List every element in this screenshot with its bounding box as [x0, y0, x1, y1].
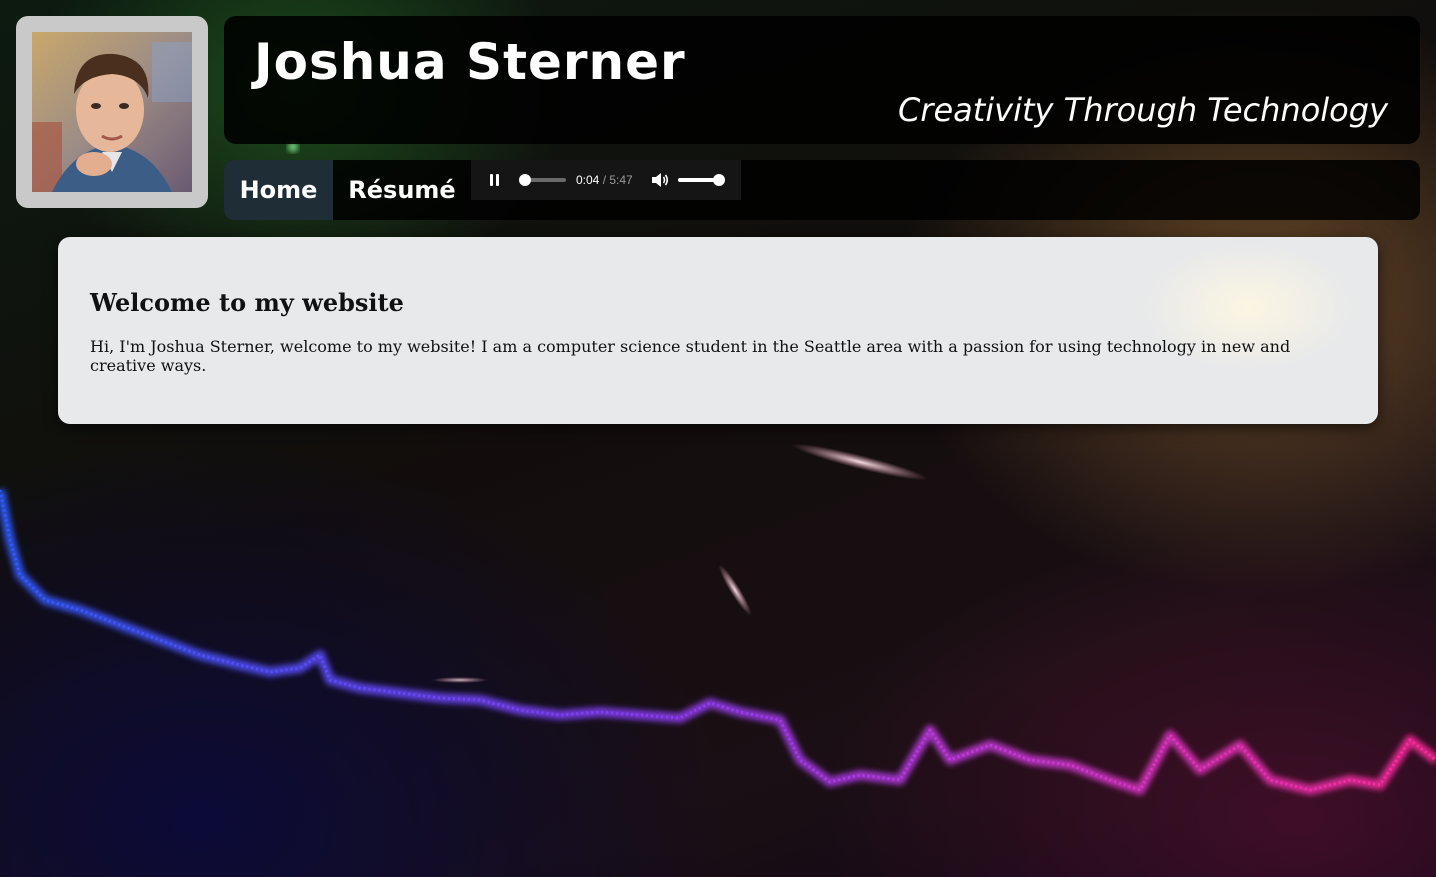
- speaker-icon[interactable]: [651, 172, 669, 188]
- avatar: [16, 16, 208, 208]
- nav-item-resume[interactable]: Résumé: [333, 160, 471, 220]
- nav-item-home[interactable]: Home: [224, 160, 333, 220]
- welcome-paragraph: Hi, I'm Joshua Sterner, welcome to my we…: [90, 337, 1291, 375]
- time-separator: /: [599, 173, 610, 187]
- time-display: 0:04 / 5:47: [576, 172, 633, 188]
- site-title: Joshua Sterner: [254, 33, 686, 91]
- welcome-heading: Welcome to my website: [90, 288, 404, 317]
- duration: 5:47: [609, 173, 633, 187]
- pause-icon[interactable]: [487, 172, 501, 188]
- portrait-photo-icon: [32, 32, 192, 192]
- volume-handle[interactable]: [712, 174, 725, 186]
- audio-player: 0:04 / 5:47: [471, 160, 741, 200]
- seek-handle[interactable]: [519, 174, 532, 186]
- nav-bar: Home Résumé 0:04 / 5:47: [224, 160, 1420, 220]
- site-tagline: Creativity Through Technology: [897, 91, 1388, 129]
- welcome-card: Welcome to my website Hi, I'm Joshua Ste…: [58, 237, 1378, 424]
- current-time: 0:04: [576, 173, 600, 187]
- site-header: Joshua Sterner Creativity Through Techno…: [224, 16, 1420, 144]
